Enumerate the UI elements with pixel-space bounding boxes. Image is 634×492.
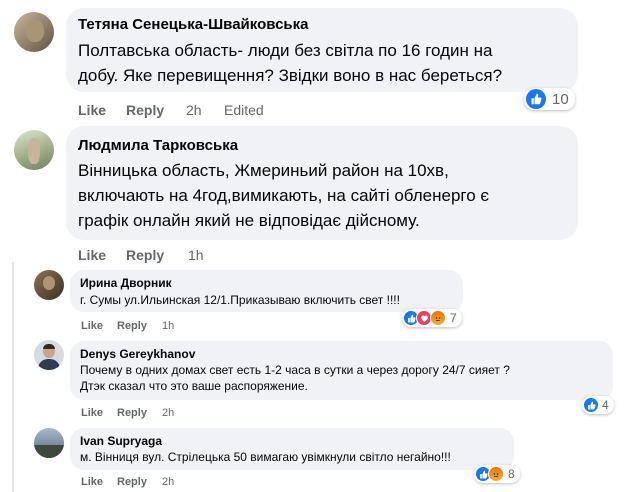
reaction-summary[interactable]: 4 bbox=[582, 396, 614, 414]
like-button[interactable]: Like bbox=[81, 476, 103, 488]
reaction-count: 4 bbox=[602, 398, 609, 412]
reply-bubble: Ivan Supryaga м. Вінниця вул. Стрілецька… bbox=[70, 428, 514, 470]
comment-text-line: включають на 4год,вимикають, на сайті об… bbox=[78, 186, 490, 205]
comment-author[interactable]: Людмила Тарковська bbox=[78, 137, 238, 154]
reaction-count: 10 bbox=[552, 90, 569, 108]
comment-bubble: Людмила Тарковська Вінницька область, Жм… bbox=[66, 126, 578, 240]
avatar[interactable] bbox=[14, 12, 54, 52]
reply-button[interactable]: Reply bbox=[117, 407, 147, 419]
reaction-summary[interactable]: 8 bbox=[474, 465, 520, 483]
comment-author[interactable]: Тетяна Сенецька-Швайковська bbox=[78, 16, 309, 33]
reply-bubble: Ирина Дворник г. Сумы ул.Ильинская 12/1.… bbox=[70, 270, 463, 312]
timestamp[interactable]: 2h bbox=[162, 476, 174, 488]
reply-bubble: Denys Gereykhanov Почему в одних домах с… bbox=[70, 341, 613, 400]
like-button[interactable]: Like bbox=[78, 102, 106, 118]
comment-text-line: Вінницька область, Жмериньий район на 10… bbox=[78, 161, 449, 180]
reaction-count: 8 bbox=[508, 467, 515, 481]
avatar[interactable] bbox=[34, 428, 64, 458]
avatar[interactable] bbox=[34, 340, 64, 370]
reply-text-line: г. Сумы ул.Ильинская 12/1.Приказываю вкл… bbox=[80, 293, 400, 307]
comment-text-line: графік онлайн який не відповідає дійсном… bbox=[78, 211, 420, 230]
comment-bubble: Тетяна Сенецька-Швайковська Полтавська о… bbox=[66, 8, 578, 92]
reply-button[interactable]: Reply bbox=[126, 102, 164, 118]
timestamp[interactable]: 2h bbox=[186, 102, 202, 118]
reply-thread-line bbox=[12, 262, 14, 492]
reaction-summary[interactable]: 7 bbox=[402, 309, 462, 327]
like-button[interactable]: Like bbox=[81, 320, 103, 332]
timestamp[interactable]: 2h bbox=[162, 407, 174, 419]
reply-button[interactable]: Reply bbox=[117, 476, 147, 488]
edited-label: Edited bbox=[224, 102, 264, 118]
angry-icon bbox=[488, 466, 504, 482]
reply-text-line: Дтэк сказал что это ваше распоряжение. bbox=[80, 379, 308, 393]
reply-button[interactable]: Reply bbox=[126, 247, 164, 263]
reaction-count: 7 bbox=[450, 311, 457, 325]
comment-text-line: Полтавська область- люди без світла по 1… bbox=[78, 41, 493, 60]
like-icon bbox=[526, 89, 546, 109]
reply-author[interactable]: Ivan Supryaga bbox=[80, 434, 162, 448]
angry-icon bbox=[430, 310, 446, 326]
avatar[interactable] bbox=[34, 270, 64, 300]
like-icon bbox=[584, 398, 598, 412]
timestamp[interactable]: 1h bbox=[162, 320, 174, 332]
reply-author[interactable]: Ирина Дворник bbox=[80, 276, 172, 290]
reply-text-line: м. Вінниця вул. Стрілецька 50 вимагаю ув… bbox=[80, 450, 451, 464]
comment-text-line: добу. Яке перевищення? Звідки воно в нас… bbox=[78, 66, 503, 85]
like-button[interactable]: Like bbox=[81, 407, 103, 419]
reply-button[interactable]: Reply bbox=[117, 320, 147, 332]
avatar[interactable] bbox=[14, 130, 54, 170]
timestamp[interactable]: 1h bbox=[188, 247, 204, 263]
reply-author[interactable]: Denys Gereykhanov bbox=[80, 347, 195, 361]
reaction-summary[interactable]: 10 bbox=[524, 88, 575, 110]
like-button[interactable]: Like bbox=[78, 247, 106, 263]
reply-text-line: Почему в одних домах свет есть 1-2 часа … bbox=[80, 363, 510, 377]
